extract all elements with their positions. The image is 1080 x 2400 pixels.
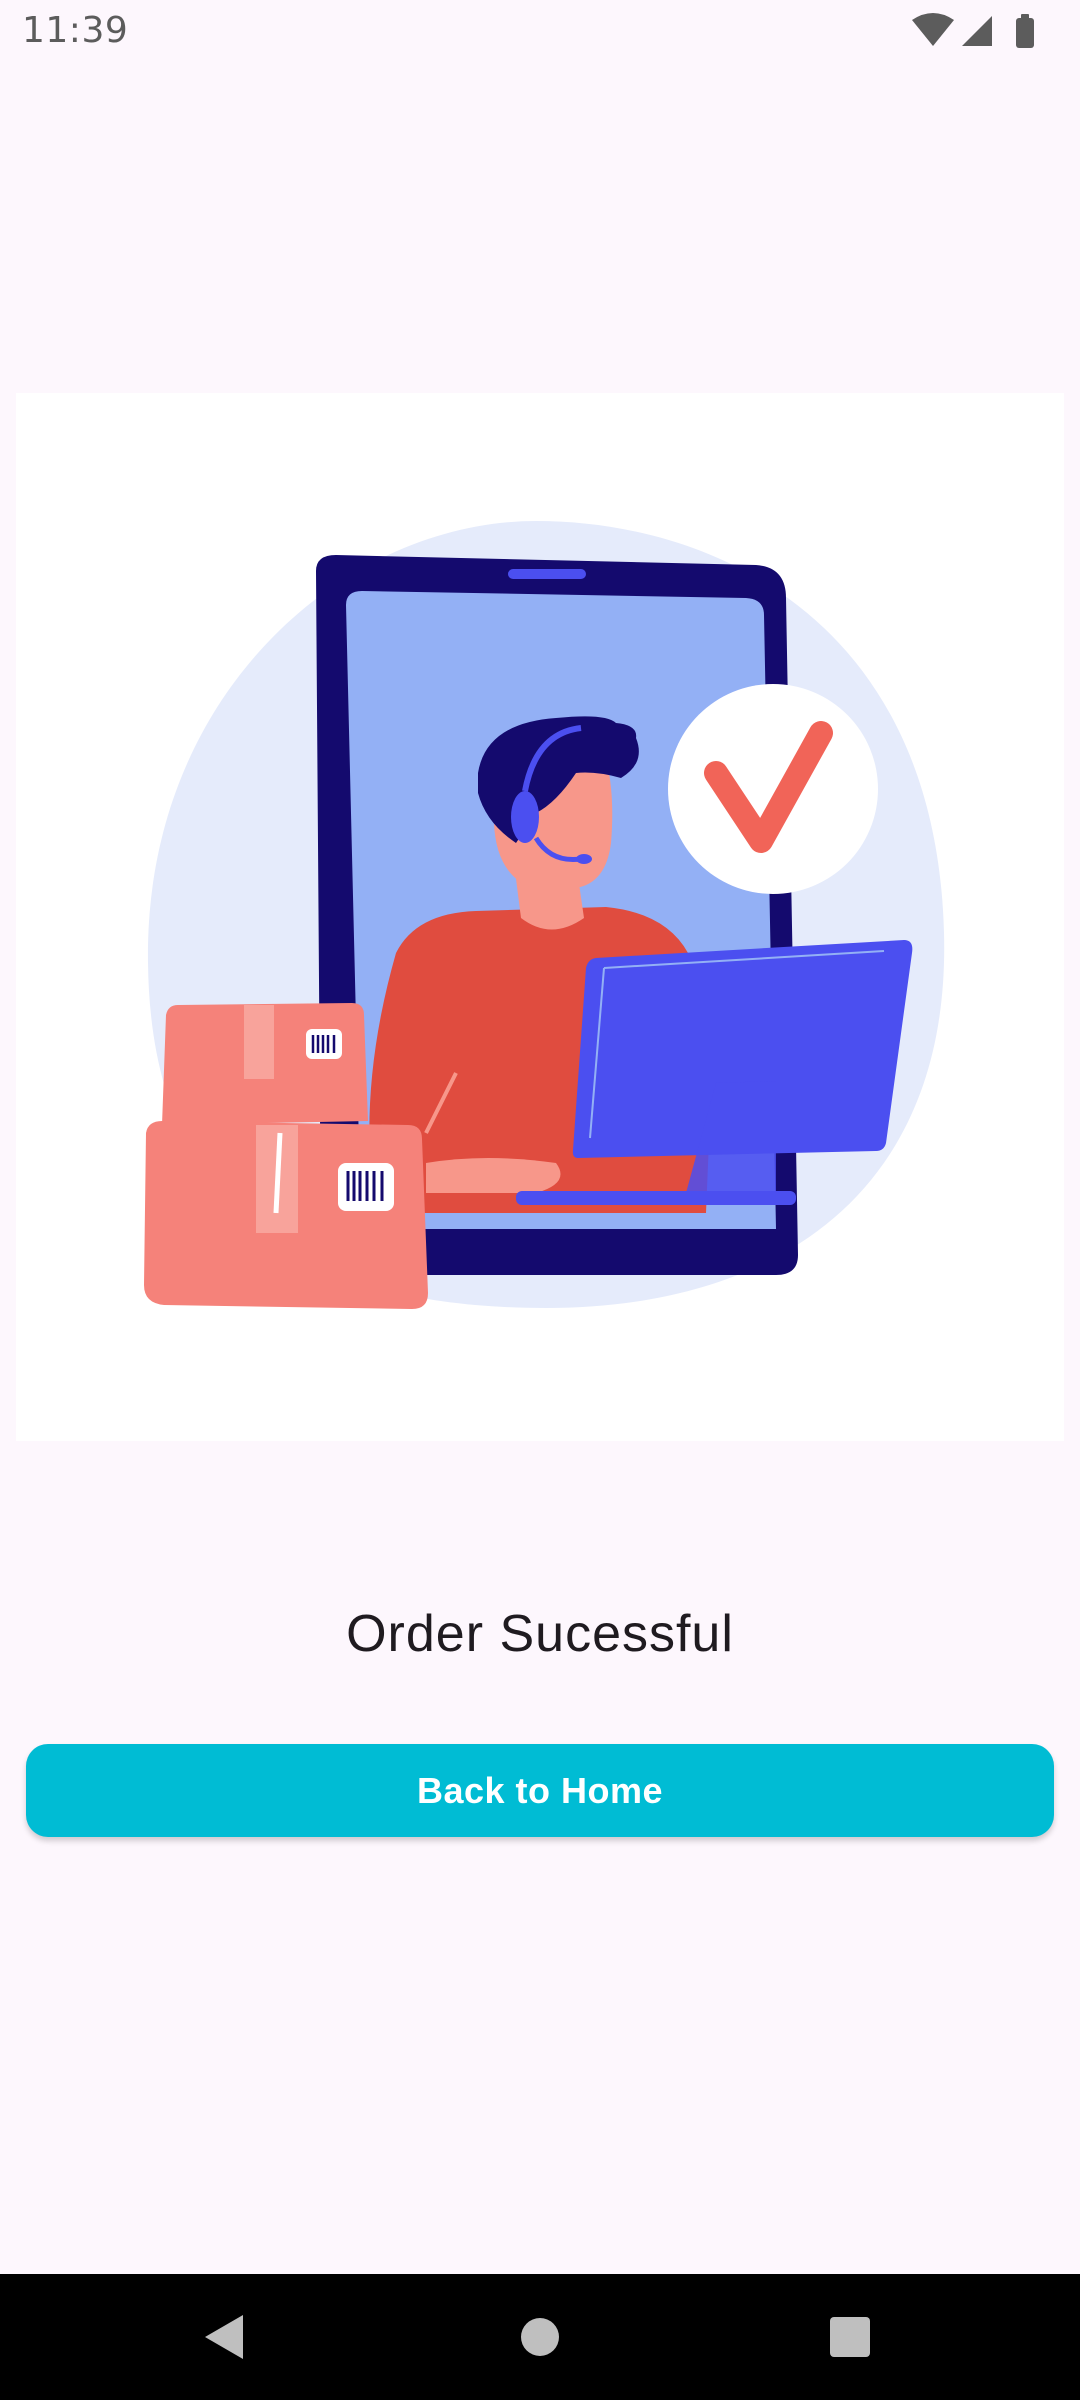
nav-home-button[interactable] — [480, 2274, 600, 2400]
back-to-home-button[interactable]: Back to Home — [26, 1744, 1054, 1837]
system-navigation-bar — [0, 2274, 1080, 2400]
check-badge-icon — [668, 684, 878, 894]
status-time: 11:39 — [22, 10, 129, 51]
recents-icon — [830, 2317, 870, 2357]
nav-back-button[interactable] — [165, 2274, 285, 2400]
status-icons — [910, 12, 1050, 52]
status-bar: 11:39 — [0, 0, 1080, 64]
order-status-title: Order Sucessful — [346, 1605, 734, 1663]
nav-recents-button[interactable] — [790, 2274, 910, 2400]
battery-icon — [1016, 14, 1034, 48]
order-success-illustration — [16, 393, 1064, 1441]
signal-icon — [962, 16, 992, 46]
home-icon — [521, 2318, 559, 2356]
wifi-icon — [912, 13, 954, 46]
order-success-screen: 11:39 Order Sucessful Back to Home — [0, 0, 1080, 2400]
back-icon — [205, 2315, 243, 2359]
